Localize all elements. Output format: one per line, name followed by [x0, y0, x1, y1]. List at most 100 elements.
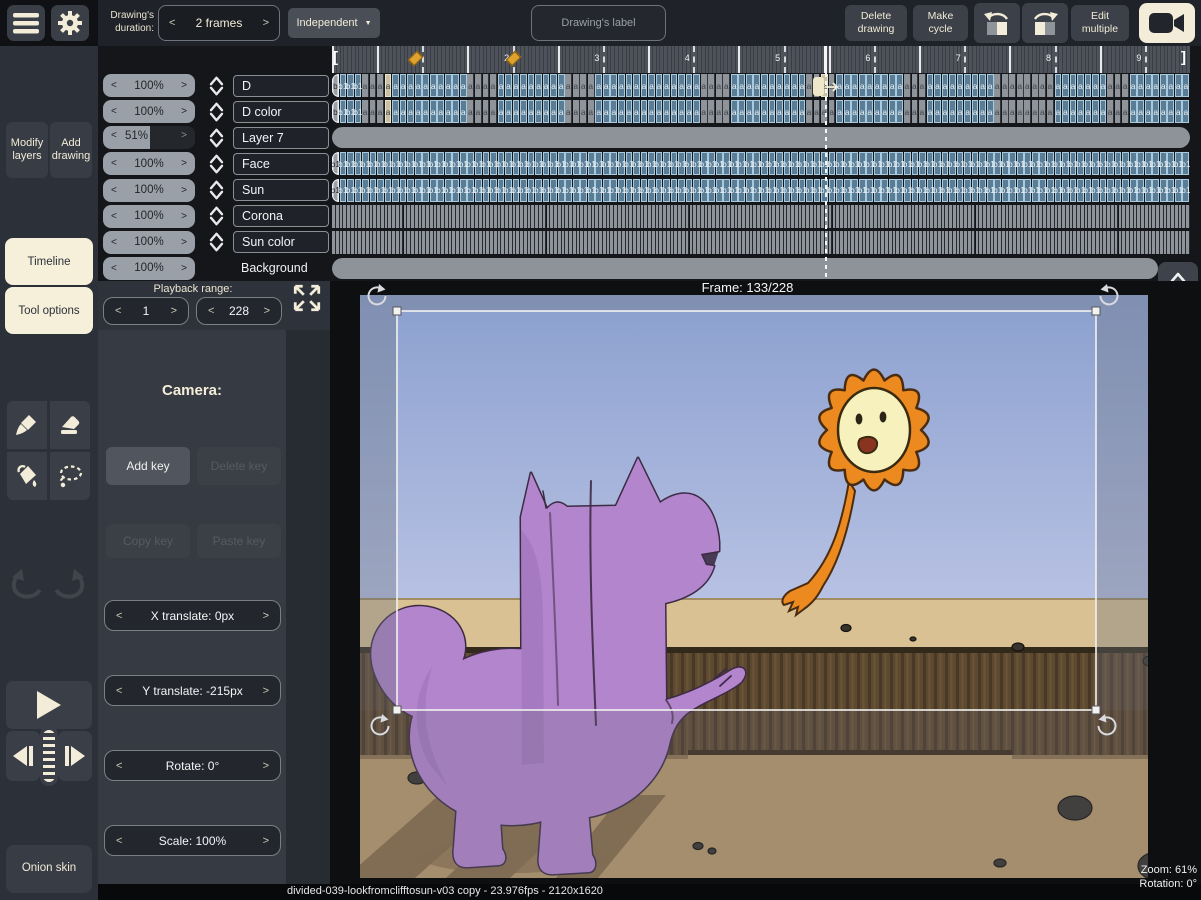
- frame-cell[interactable]: a: [550, 100, 557, 123]
- frame-cell[interactable]: b1: [1182, 179, 1189, 202]
- add-key-button[interactable]: Add key: [106, 447, 190, 485]
- frame-cell[interactable]: a: [874, 100, 881, 123]
- delete-key-button[interactable]: Delete key: [197, 447, 281, 485]
- frame-cell[interactable]: a: [934, 74, 941, 97]
- frame-cell[interactable]: a: [1092, 100, 1099, 123]
- frame-cell[interactable]: a: [769, 74, 776, 97]
- frame-cell[interactable]: a: [452, 74, 459, 97]
- frame-cell[interactable]: a: [430, 100, 437, 123]
- layer-opacity-stepper[interactable]: <100%>: [103, 100, 195, 123]
- frame-cell[interactable]: a: [716, 100, 723, 123]
- playback-start-increment[interactable]: >: [171, 305, 177, 317]
- frame-cell[interactable]: a: [663, 100, 670, 123]
- frame-cell[interactable]: a: [595, 100, 602, 123]
- frame-cell[interactable]: a: [648, 100, 655, 123]
- opacity-decrement[interactable]: <: [111, 130, 117, 141]
- layer-opacity-stepper[interactable]: <100%>: [103, 179, 195, 202]
- opacity-increment[interactable]: >: [181, 185, 187, 196]
- frame-cell[interactable]: a: [791, 100, 798, 123]
- brush-tool-button[interactable]: [7, 401, 47, 449]
- settings-button[interactable]: [51, 5, 89, 41]
- frame-cell[interactable]: a: [430, 74, 437, 97]
- opacity-increment[interactable]: >: [181, 106, 187, 117]
- flip-horizontal-left-button[interactable]: [974, 3, 1020, 43]
- frame-cell[interactable]: a: [648, 74, 655, 97]
- frame-cell[interactable]: a: [1009, 74, 1016, 97]
- frame-cell[interactable]: a: [588, 100, 595, 123]
- frame-cell[interactable]: a: [362, 74, 369, 97]
- track-bar[interactable]: [332, 127, 1190, 148]
- layer-name-field[interactable]: D color: [233, 101, 329, 123]
- opacity-increment[interactable]: >: [181, 237, 187, 248]
- frame-cell[interactable]: a: [618, 74, 625, 97]
- frame-cell[interactable]: a: [979, 100, 986, 123]
- frame-cell[interactable]: a: [490, 100, 497, 123]
- opacity-increment[interactable]: >: [181, 158, 187, 169]
- frame-cell[interactable]: a: [535, 100, 542, 123]
- frame-cell[interactable]: a: [452, 100, 459, 123]
- frame-cell[interactable]: a: [1039, 74, 1046, 97]
- paste-key-button[interactable]: Paste key: [197, 524, 281, 558]
- duration-stepper[interactable]: < 2 frames >: [158, 5, 280, 41]
- frame-cell[interactable]: a: [603, 74, 610, 97]
- frame-cell[interactable]: a: [483, 74, 490, 97]
- frame-cell[interactable]: a: [558, 74, 565, 97]
- frame-cell[interactable]: a: [483, 100, 490, 123]
- frame-cell[interactable]: a: [1047, 74, 1054, 97]
- frame-cell[interactable]: a: [407, 74, 414, 97]
- frame-cell[interactable]: a: [528, 100, 535, 123]
- frame-cell[interactable]: a: [904, 100, 911, 123]
- frame-cell[interactable]: a: [1182, 74, 1189, 97]
- frame-cell[interactable]: a: [942, 100, 949, 123]
- play-button[interactable]: [6, 681, 92, 729]
- frame-cell[interactable]: a: [656, 100, 663, 123]
- layer-reorder-button[interactable]: [202, 152, 230, 175]
- frame-cell[interactable]: a: [761, 100, 768, 123]
- frame-cell[interactable]: a: [1002, 100, 1009, 123]
- fill-tool-button[interactable]: [7, 452, 47, 500]
- frame-cell[interactable]: a: [949, 100, 956, 123]
- frame-cell[interactable]: a: [467, 100, 474, 123]
- timeline-track-background[interactable]: [332, 257, 1190, 280]
- frame-cell[interactable]: a: [1107, 74, 1114, 97]
- layer-reorder-button[interactable]: [202, 100, 230, 123]
- layer-name-field[interactable]: D: [233, 75, 329, 97]
- frame-cell[interactable]: a: [618, 100, 625, 123]
- frame-cell[interactable]: a: [806, 74, 813, 97]
- playback-end-stepper[interactable]: < 228 >: [196, 297, 282, 325]
- frame-cell[interactable]: a: [693, 100, 700, 123]
- rotate-handle-top-left[interactable]: [364, 284, 388, 308]
- frame-cell[interactable]: a: [1017, 74, 1024, 97]
- frame-cell[interactable]: a: [889, 100, 896, 123]
- timeline-track-sun[interactable]: b1b1b1b1b1b1b1b1b1b1b1b1b1b1b1b1b1b1b1b1…: [332, 179, 1190, 202]
- layer-opacity-stepper[interactable]: <100%>: [103, 257, 195, 280]
- frame-cell[interactable]: a: [1137, 74, 1144, 97]
- menu-button[interactable]: [7, 5, 45, 41]
- tab-tool-options[interactable]: Tool options: [5, 287, 93, 334]
- opacity-increment[interactable]: >: [181, 130, 187, 141]
- layer-opacity-stepper[interactable]: <100%>: [103, 152, 195, 175]
- frame-cell[interactable]: a: [520, 100, 527, 123]
- frame-cell[interactable]: a: [467, 74, 474, 97]
- frame-cell[interactable]: a: [1055, 74, 1062, 97]
- frame-cell[interactable]: a: [949, 74, 956, 97]
- frame-cell[interactable]: a: [1160, 100, 1167, 123]
- frame-cell[interactable]: a: [753, 74, 760, 97]
- frame-cell[interactable]: a: [520, 74, 527, 97]
- frame-cell[interactable]: a: [769, 100, 776, 123]
- frame-cell[interactable]: a: [528, 74, 535, 97]
- frame-cell[interactable]: a: [919, 100, 926, 123]
- frame-cell[interactable]: a: [994, 100, 1001, 123]
- frame-cell[interactable]: a: [896, 100, 903, 123]
- frame-cell[interactable]: a: [874, 74, 881, 97]
- frame-cell[interactable]: a: [1152, 74, 1159, 97]
- frame-cell[interactable]: a: [934, 100, 941, 123]
- frame-cell[interactable]: a: [859, 100, 866, 123]
- drawing-label-input[interactable]: Drawing's label: [531, 5, 666, 41]
- frame-cell[interactable]: a: [1085, 100, 1092, 123]
- frame-cell[interactable]: a: [1175, 100, 1182, 123]
- frame-cell[interactable]: a: [407, 100, 414, 123]
- flip-horizontal-right-button[interactable]: [1022, 3, 1068, 43]
- frame-cell[interactable]: a: [1130, 74, 1137, 97]
- frame-cell[interactable]: a: [761, 74, 768, 97]
